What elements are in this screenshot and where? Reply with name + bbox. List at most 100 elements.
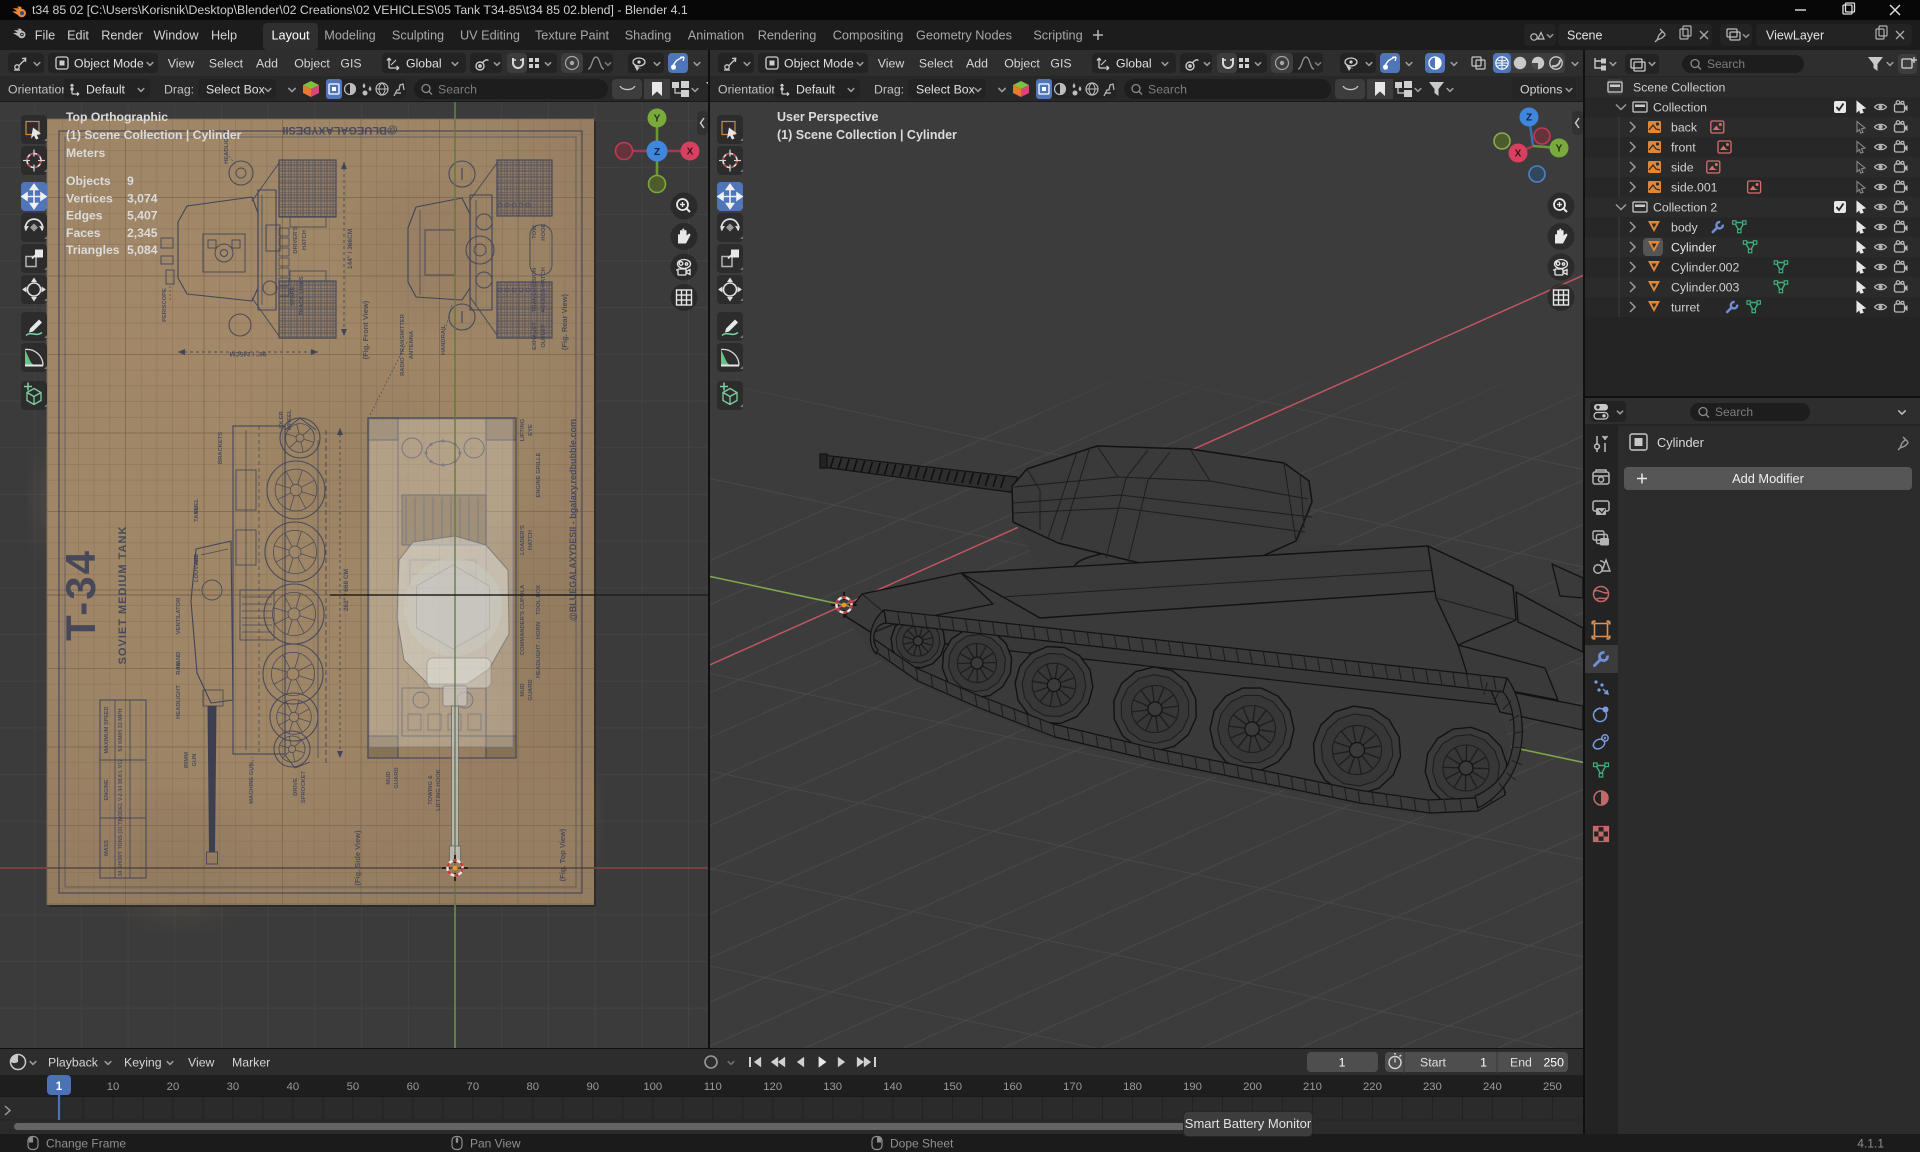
svg-text:Scripting: Scripting bbox=[1033, 29, 1082, 43]
svg-text:250: 250 bbox=[1543, 1056, 1564, 1070]
svg-text:20: 20 bbox=[167, 1081, 180, 1093]
svg-text:Select Box: Select Box bbox=[916, 83, 976, 97]
svg-text:120: 120 bbox=[763, 1081, 782, 1093]
svg-text:Scene: Scene bbox=[1567, 29, 1602, 43]
svg-text:Animation: Animation bbox=[688, 29, 744, 43]
svg-text:Start: Start bbox=[1420, 1056, 1447, 1070]
svg-text:X: X bbox=[687, 147, 694, 158]
svg-text:Sculpting: Sculpting bbox=[392, 29, 444, 43]
svg-text:Playback: Playback bbox=[48, 1056, 99, 1070]
svg-text:Drag:: Drag: bbox=[874, 83, 904, 97]
svg-text:210: 210 bbox=[1303, 1081, 1322, 1093]
svg-text:Cylinder.003: Cylinder.003 bbox=[1671, 281, 1740, 295]
svg-text:ViewLayer: ViewLayer bbox=[1766, 29, 1824, 43]
svg-text:GIS: GIS bbox=[1050, 57, 1071, 71]
svg-text:160: 160 bbox=[1003, 1081, 1022, 1093]
svg-text:1: 1 bbox=[1339, 1056, 1346, 1070]
svg-text:Add: Add bbox=[966, 57, 988, 71]
svg-text:3,074: 3,074 bbox=[127, 191, 158, 205]
svg-text:80: 80 bbox=[527, 1081, 540, 1093]
svg-text:5,407: 5,407 bbox=[127, 209, 158, 223]
svg-text:View: View bbox=[878, 57, 905, 71]
svg-text:User Perspective: User Perspective bbox=[777, 110, 879, 124]
svg-text:180: 180 bbox=[1123, 1081, 1142, 1093]
svg-text:(1) Scene Collection | Cylinde: (1) Scene Collection | Cylinder bbox=[777, 128, 957, 142]
svg-text:30: 30 bbox=[227, 1081, 240, 1093]
svg-text:10: 10 bbox=[107, 1081, 120, 1093]
svg-text:Dope Sheet: Dope Sheet bbox=[890, 1137, 954, 1151]
svg-text:60: 60 bbox=[407, 1081, 420, 1093]
svg-text:Texture Paint: Texture Paint bbox=[535, 29, 610, 43]
svg-text:Edit: Edit bbox=[67, 29, 89, 43]
svg-text:Global: Global bbox=[406, 57, 442, 71]
svg-text:Add Modifier: Add Modifier bbox=[1732, 471, 1805, 486]
svg-text:50: 50 bbox=[347, 1081, 360, 1093]
svg-text:Y: Y bbox=[654, 114, 661, 125]
svg-text:Compositing: Compositing bbox=[833, 29, 904, 43]
svg-text:Search: Search bbox=[1715, 405, 1753, 419]
svg-text:1: 1 bbox=[56, 1081, 63, 1093]
svg-text:Shading: Shading bbox=[625, 29, 672, 43]
svg-text:t34 85 02 [C:\Users\Korisnik\D: t34 85 02 [C:\Users\Korisnik\Desktop\Ble… bbox=[32, 3, 688, 17]
svg-text:Vertices: Vertices bbox=[66, 191, 113, 205]
svg-text:View: View bbox=[168, 57, 195, 71]
svg-text:Object Mode: Object Mode bbox=[74, 57, 144, 71]
svg-text:Meters: Meters bbox=[66, 146, 106, 160]
svg-text:Select: Select bbox=[209, 57, 244, 71]
svg-text:Object: Object bbox=[1004, 57, 1040, 71]
svg-text:5,084: 5,084 bbox=[127, 243, 158, 257]
svg-text:Collection: Collection bbox=[1653, 101, 1707, 115]
svg-text:Default: Default bbox=[86, 83, 126, 97]
svg-text:Top Orthographic: Top Orthographic bbox=[66, 110, 168, 124]
svg-text:Modeling: Modeling bbox=[324, 29, 376, 43]
svg-text:Global: Global bbox=[1116, 57, 1152, 71]
svg-text:Faces: Faces bbox=[66, 226, 101, 240]
svg-text:File: File bbox=[35, 29, 55, 43]
svg-text:9: 9 bbox=[127, 174, 134, 188]
svg-text:Geometry Nodes: Geometry Nodes bbox=[916, 29, 1012, 43]
svg-text:(1) Scene Collection | Cylinde: (1) Scene Collection | Cylinder bbox=[66, 128, 242, 142]
svg-text:Select: Select bbox=[919, 57, 954, 71]
svg-text:1: 1 bbox=[1480, 1056, 1487, 1070]
svg-text:Object: Object bbox=[294, 57, 330, 71]
svg-text:140: 140 bbox=[883, 1081, 902, 1093]
svg-text:End: End bbox=[1510, 1056, 1532, 1070]
svg-text:110: 110 bbox=[704, 1081, 722, 1093]
svg-text:Default: Default bbox=[796, 83, 836, 97]
svg-text:Collection 2: Collection 2 bbox=[1653, 201, 1717, 215]
svg-text:70: 70 bbox=[467, 1081, 480, 1093]
svg-text:Search: Search bbox=[1148, 83, 1187, 97]
svg-text:Change Frame: Change Frame bbox=[46, 1137, 126, 1151]
svg-text:side: side bbox=[1671, 161, 1694, 175]
svg-text:200: 200 bbox=[1243, 1081, 1262, 1093]
svg-text:Y: Y bbox=[1556, 144, 1563, 155]
svg-text:turret: turret bbox=[1671, 301, 1700, 315]
svg-text:4.1.1: 4.1.1 bbox=[1857, 1137, 1884, 1151]
svg-text:Search: Search bbox=[1707, 57, 1745, 71]
svg-text:Help: Help bbox=[211, 29, 237, 43]
svg-text:230: 230 bbox=[1423, 1081, 1442, 1093]
svg-text:Select Box: Select Box bbox=[206, 83, 266, 97]
svg-text:front: front bbox=[1671, 141, 1696, 155]
svg-text:2,345: 2,345 bbox=[127, 226, 158, 240]
svg-text:40: 40 bbox=[287, 1081, 300, 1093]
svg-text:Orientation:: Orientation: bbox=[8, 83, 72, 97]
svg-text:Pan View: Pan View bbox=[470, 1137, 521, 1151]
svg-text:Cylinder: Cylinder bbox=[1657, 435, 1705, 450]
svg-text:View: View bbox=[188, 1056, 215, 1070]
svg-text:170: 170 bbox=[1063, 1081, 1082, 1093]
svg-text:Add: Add bbox=[256, 57, 278, 71]
svg-text:240: 240 bbox=[1483, 1081, 1502, 1093]
svg-text:250: 250 bbox=[1543, 1081, 1562, 1093]
svg-text:Edges: Edges bbox=[66, 209, 103, 223]
svg-text:Cylinder.002: Cylinder.002 bbox=[1671, 261, 1740, 275]
svg-text:Rendering: Rendering bbox=[758, 29, 817, 43]
svg-text:Objects: Objects bbox=[66, 174, 111, 188]
svg-text:back: back bbox=[1671, 121, 1698, 135]
svg-text:X: X bbox=[1515, 149, 1522, 160]
svg-text:130: 130 bbox=[823, 1081, 842, 1093]
svg-text:Scene Collection: Scene Collection bbox=[1633, 81, 1725, 95]
svg-text:90: 90 bbox=[586, 1081, 599, 1093]
svg-text:100: 100 bbox=[643, 1081, 662, 1093]
svg-text:Cylinder: Cylinder bbox=[1671, 241, 1716, 255]
